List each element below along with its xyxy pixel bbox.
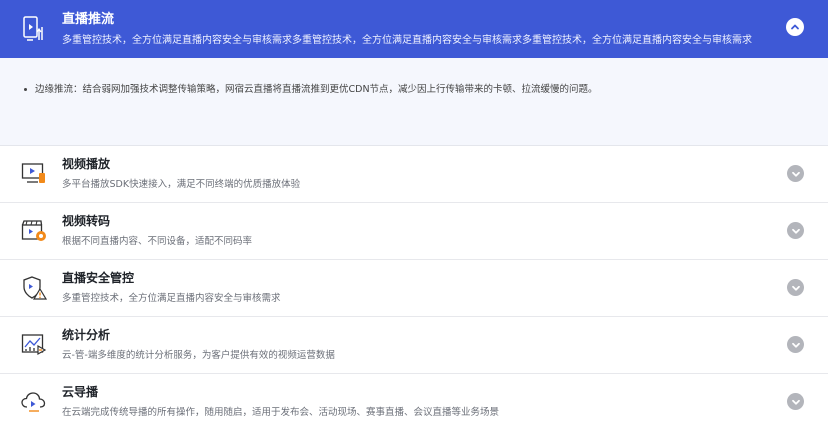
accordion-item-text: 统计分析 云-管-端多维度的统计分析服务，为客户提供有效的视频运营数据: [62, 327, 335, 363]
accordion-item-video-play[interactable]: 视频播放 多平台播放SDK快速接入，满足不同终端的优质播放体验: [0, 146, 828, 203]
accordion-item-description: 多重管控技术，全方位满足直播内容安全与审核需求: [62, 293, 281, 304]
accordion-item-video-transcode[interactable]: 视频转码 根据不同直播内容、不同设备，适配不同码率: [0, 203, 828, 260]
accordion-item-title: 视频播放: [62, 157, 111, 171]
accordion-item-description: 在云端完成传统导播的所有操作，随用随启，适用于发布会、活动现场、赛事直播、会议直…: [62, 407, 500, 418]
accordion-item-title: 统计分析: [62, 328, 111, 342]
accordion-item-statistics[interactable]: 统计分析 云-管-端多维度的统计分析服务，为客户提供有效的视频运营数据: [0, 317, 828, 374]
clapper-transcode-icon: [20, 217, 48, 245]
accordion-item-title: 直播推流: [62, 11, 115, 27]
cloud-play-icon: [20, 388, 48, 416]
accordion-item-text: 直播推流 多重管控技术，全方位满足直播内容安全与审核需求多重管控技术，全方位满足…: [62, 11, 752, 48]
chevron-down-icon[interactable]: [787, 165, 804, 182]
accordion-item-description: 多重管控技术，全方位满足直播内容安全与审核需求多重管控技术，全方位满足直播内容安…: [62, 34, 752, 46]
chevron-down-icon[interactable]: [787, 279, 804, 296]
accordion-item-text: 直播安全管控 多重管控技术，全方位满足直播内容安全与审核需求: [62, 270, 281, 306]
panel-point-list: 边缘推流：结合弱网加强技术调整传输策略，网宿云直播将直播流推到更优CDN节点，减…: [24, 83, 804, 97]
accordion-item-title: 云导播: [62, 385, 99, 399]
monitor-play-icon: [20, 160, 48, 188]
accordion-item-live-security[interactable]: 直播安全管控 多重管控技术，全方位满足直播内容安全与审核需求: [0, 260, 828, 317]
product-accordion: 直播推流 多重管控技术，全方位满足直播内容安全与审核需求多重管控技术，全方位满足…: [0, 0, 828, 430]
chevron-down-icon[interactable]: [787, 393, 804, 410]
phone-stream-icon: [20, 15, 48, 43]
accordion-item-text: 视频转码 根据不同直播内容、不同设备，适配不同码率: [62, 213, 252, 249]
chart-analysis-icon: [20, 331, 48, 359]
accordion-item-description: 多平台播放SDK快速接入，满足不同终端的优质播放体验: [62, 179, 301, 190]
accordion-item-live-push-panel: 边缘推流：结合弱网加强技术调整传输策略，网宿云直播将直播流推到更优CDN节点，减…: [0, 58, 828, 146]
panel-point: 边缘推流：结合弱网加强技术调整传输策略，网宿云直播将直播流推到更优CDN节点，减…: [24, 83, 804, 97]
accordion-item-live-push-header[interactable]: 直播推流 多重管控技术，全方位满足直播内容安全与审核需求多重管控技术，全方位满足…: [0, 0, 828, 58]
shield-warning-icon: [20, 274, 48, 302]
accordion-item-cloud-director[interactable]: 云导播 在云端完成传统导播的所有操作，随用随启，适用于发布会、活动现场、赛事直播…: [0, 374, 828, 430]
accordion-item-text: 视频播放 多平台播放SDK快速接入，满足不同终端的优质播放体验: [62, 156, 300, 192]
accordion-item-text: 云导播 在云端完成传统导播的所有操作，随用随启，适用于发布会、活动现场、赛事直播…: [62, 384, 499, 420]
chevron-up-icon[interactable]: [786, 18, 804, 36]
accordion-item-title: 视频转码: [62, 214, 111, 228]
accordion-item-title: 直播安全管控: [62, 271, 135, 285]
chevron-down-icon[interactable]: [787, 222, 804, 239]
accordion-item-description: 云-管-端多维度的统计分析服务，为客户提供有效的视频运营数据: [62, 350, 335, 361]
accordion-item-description: 根据不同直播内容、不同设备，适配不同码率: [62, 236, 253, 247]
chevron-down-icon[interactable]: [787, 336, 804, 353]
